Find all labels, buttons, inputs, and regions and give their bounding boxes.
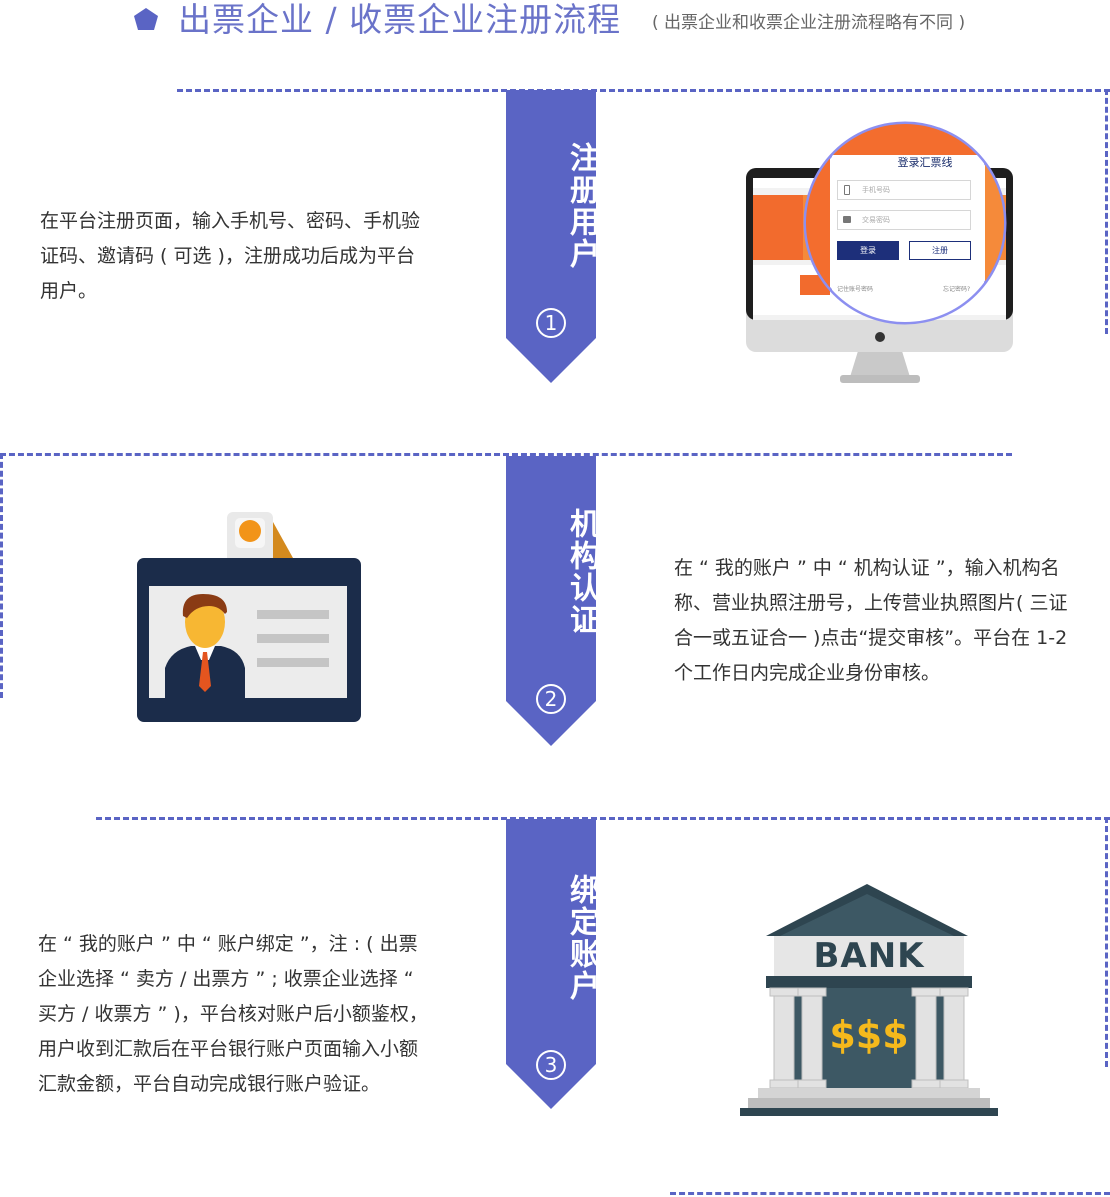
bank-illustration: BANK $$$ [738,880,1000,1120]
step-ribbon: 绑定账户 3 [506,819,599,1111]
step-description: 在平台注册页面，输入手机号、密码、手机验证码、邀请码 ( 可选 )，注册成功后成… [40,210,421,302]
step-description: 在 “ 我的账户 ” 中 “ 机构认证 ”，输入机构名称、营业执照注册号，上传营… [674,557,1068,684]
remember-checkbox-label[interactable]: 记住账号密码 [837,284,873,293]
step-description: 在 “ 我的账户 ” 中 “ 账户绑定 ”，注 : ( 出票企业选择 “ 卖方 … [38,933,428,1095]
divider-line [0,453,3,698]
step-title: 机构认证 [564,508,599,636]
id-card-illustration [135,510,363,724]
password-input[interactable]: 交易密码 [837,210,971,230]
step-ribbon: 机构认证 2 [506,456,599,748]
monitor-login-illustration: 登录汇票线 手机号码 交易密码 登录 注册 记住账号密码 忘记密码? [740,115,1020,390]
step-title: 注册用户 [564,142,599,270]
divider-line [1105,89,1108,334]
step-title: 绑定账户 [564,874,599,1002]
divider-line [96,817,1110,820]
step-number-badge: 1 [536,308,566,338]
bank-building-icon [740,884,998,1116]
bank-label: BANK [813,936,925,976]
phone-icon [844,185,850,195]
step-number-badge: 3 [536,1050,566,1080]
login-title: 登录汇票线 [897,156,953,169]
id-card-icon [137,512,361,722]
divider-line [177,89,1110,92]
lock-icon [843,216,851,223]
step-ribbon: 注册用户 1 [506,90,599,385]
step-number-badge: 2 [536,684,566,714]
login-button[interactable]: 登录 [837,241,899,260]
divider-line [670,1192,1110,1195]
register-button[interactable]: 注册 [909,241,971,260]
page-subtitle: ( 出票企业和收票企业注册流程略有不同 ) [652,13,966,33]
forgot-password-link[interactable]: 忘记密码? [943,284,970,293]
divider-line [1105,817,1108,1067]
dollar-signs: $$$ [829,1013,909,1057]
pentagon-bullet-icon [134,8,158,30]
page-title: 出票企业 / 收票企业注册流程 [178,0,622,39]
phone-input[interactable]: 手机号码 [837,180,971,200]
